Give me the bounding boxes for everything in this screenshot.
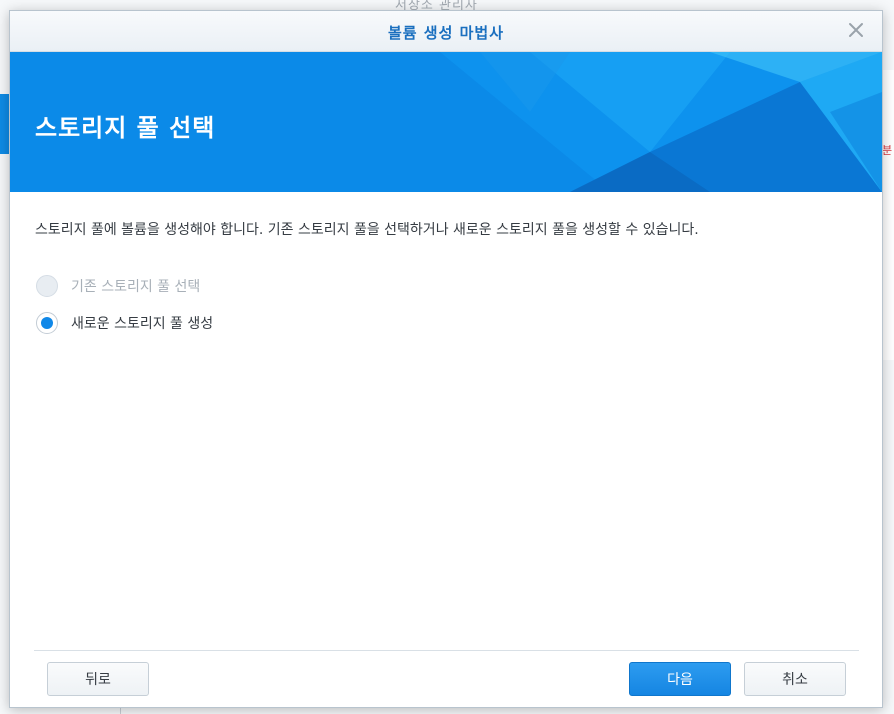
step-title: 스토리지 풀 선택 [35, 114, 216, 142]
step-description: 스토리지 풀에 볼륨을 생성해야 합니다. 기존 스토리지 풀을 선택하거나 새… [35, 222, 699, 238]
radio-existing-pool[interactable] [36, 275, 58, 297]
close-button[interactable] [844, 18, 868, 42]
back-button[interactable]: 뒤로 [47, 662, 149, 696]
close-icon [849, 23, 863, 37]
wizard-banner: 스토리지 풀 선택 [10, 52, 882, 192]
cancel-button[interactable]: 취소 [744, 662, 846, 696]
next-button[interactable]: 다음 [629, 662, 731, 696]
radio-new-pool[interactable] [36, 312, 58, 334]
volume-wizard-dialog: 볼륨 생성 마법사 스토리지 풀 선택 스토리지 풀에 볼륨을 생성해야 합니다… [9, 10, 883, 708]
option-new-pool[interactable]: 새로운 스토리지 풀 생성 [36, 310, 213, 336]
option-existing-pool[interactable]: 기존 스토리지 풀 선택 [36, 273, 200, 299]
option-existing-pool-label: 기존 스토리지 풀 선택 [71, 279, 201, 295]
option-new-pool-label: 새로운 스토리지 풀 생성 [71, 316, 214, 332]
radio-selected-dot [41, 317, 53, 329]
dialog-title: 볼륨 생성 마법사 [387, 24, 505, 42]
dialog-titlebar[interactable]: 볼륨 생성 마법사 [10, 11, 882, 52]
footer-divider [34, 650, 859, 651]
background-red-text: 분 [882, 144, 893, 157]
